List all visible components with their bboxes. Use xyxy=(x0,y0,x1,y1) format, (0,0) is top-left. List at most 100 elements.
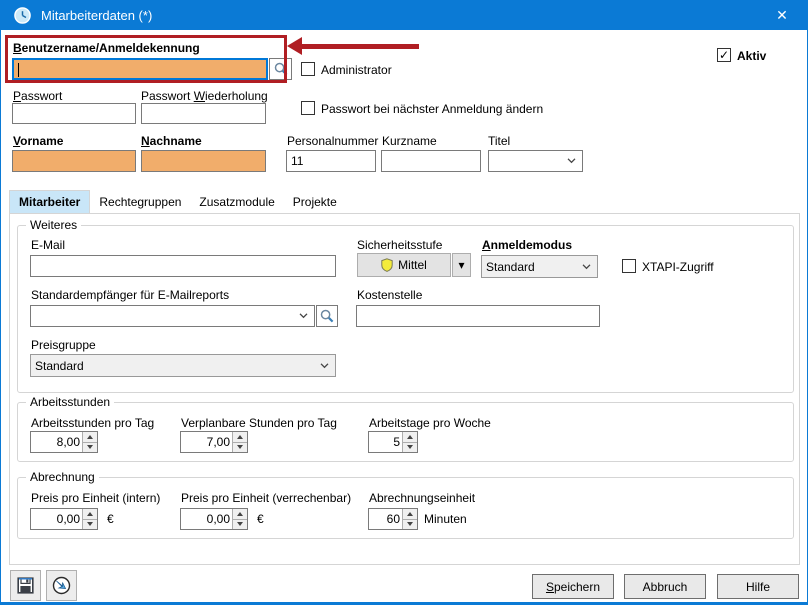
nachname-input[interactable] xyxy=(141,150,266,172)
spinner-up-icon[interactable] xyxy=(403,432,417,442)
sicherheitsstufe-dropdown-button[interactable]: ▾ xyxy=(452,253,471,277)
sicherheitsstufe-splitbutton: Mittel ▾ xyxy=(357,253,471,277)
password-change-label: Passwort bei nächster Anmeldung ändern xyxy=(321,102,543,116)
verplanbare-stunden-label: Verplanbare Stunden pro Tag xyxy=(181,416,337,430)
arbeitstage-spinner xyxy=(368,431,418,453)
shield-icon xyxy=(381,258,393,272)
chevron-down-icon xyxy=(567,156,576,165)
text-caret xyxy=(18,63,19,77)
password-repeat-label: Passwort Wiederholung xyxy=(141,89,268,103)
title-bar: Mitarbeiterdaten (*) xyxy=(1,0,807,30)
spinner-down-icon[interactable] xyxy=(233,519,247,530)
arbeitstage-label: Arbeitstage pro Woche xyxy=(369,416,491,430)
help-button[interactable]: Hilfe xyxy=(717,574,799,599)
username-label: Benutzername/Anmeldekennung xyxy=(13,41,200,55)
tab-zusatzmodule[interactable]: Zusatzmodule xyxy=(190,191,283,214)
anmeldemodus-value: Standard xyxy=(486,260,535,274)
password-label: Passwort xyxy=(13,89,62,103)
preis-verrechenbar-input[interactable] xyxy=(181,509,232,529)
save-button[interactable]: Speichern xyxy=(532,574,614,599)
cancel-button[interactable]: Abbruch xyxy=(624,574,706,599)
preis-intern-spinner xyxy=(30,508,98,530)
spinner-up-icon[interactable] xyxy=(83,509,97,519)
weiteres-group-label: Weiteres xyxy=(26,218,81,232)
username-search-button[interactable] xyxy=(269,58,292,80)
arbeitstage-input[interactable] xyxy=(369,432,402,452)
verplanbare-stunden-input[interactable] xyxy=(181,432,232,452)
search-icon xyxy=(274,62,288,76)
preis-verrechenbar-label: Preis pro Einheit (verrechenbar) xyxy=(181,491,351,505)
password-repeat-input[interactable] xyxy=(141,103,266,124)
tab-rechtegruppen[interactable]: Rechtegruppen xyxy=(90,191,190,214)
password-input[interactable] xyxy=(12,103,136,124)
chevron-down-icon xyxy=(320,360,329,369)
sicherheitsstufe-value: Mittel xyxy=(398,258,427,272)
spinner-up-icon[interactable] xyxy=(83,432,97,442)
annotation-arrow-head xyxy=(287,37,302,55)
abrechnungseinheit-label: Abrechnungseinheit xyxy=(369,491,475,505)
spinner-down-icon[interactable] xyxy=(403,519,417,530)
tab-mitarbeiter[interactable]: Mitarbeiter xyxy=(9,190,90,214)
nachname-label: Nachname xyxy=(141,134,202,148)
save-tool-button[interactable] xyxy=(10,570,41,601)
spinner-down-icon[interactable] xyxy=(403,442,417,453)
personalnummer-label: Personalnummer xyxy=(287,134,378,148)
administrator-checkbox[interactable] xyxy=(301,62,315,76)
arbeitsstunden-pro-tag-input[interactable] xyxy=(31,432,82,452)
abrechnungseinheit-input[interactable] xyxy=(369,509,402,529)
abrechnungseinheit-unit: Minuten xyxy=(424,512,467,526)
login-tool-button[interactable] xyxy=(46,570,77,601)
vorname-label: Vorname xyxy=(13,134,63,148)
annotation-arrow xyxy=(301,44,419,49)
spinner-down-icon[interactable] xyxy=(83,519,97,530)
mitarbeiterdaten-dialog: Mitarbeiterdaten (*) ✕ Benutzername/Anme… xyxy=(0,0,808,605)
clock-icon xyxy=(14,7,31,24)
kurzname-input[interactable] xyxy=(381,150,481,172)
preis-verrechenbar-spinner xyxy=(180,508,248,530)
abrechnung-group-label: Abrechnung xyxy=(26,470,99,484)
anmeldemodus-label: Anmeldemodus xyxy=(482,238,572,252)
close-icon[interactable]: ✕ xyxy=(757,0,807,30)
kostenstelle-label: Kostenstelle xyxy=(357,288,422,302)
preis-intern-input[interactable] xyxy=(31,509,82,529)
anmeldemodus-dropdown[interactable]: Standard xyxy=(481,255,598,278)
administrator-label: Administrator xyxy=(321,63,392,77)
vorname-input[interactable] xyxy=(12,150,136,172)
arbeitsstunden-pro-tag-label: Arbeitsstunden pro Tag xyxy=(31,416,154,430)
email-input[interactable] xyxy=(30,255,336,277)
spinner-down-icon[interactable] xyxy=(83,442,97,453)
username-input[interactable] xyxy=(12,58,268,80)
password-change-checkbox[interactable] xyxy=(301,101,315,115)
spinner-up-icon[interactable] xyxy=(233,509,247,519)
kostenstelle-input[interactable] xyxy=(356,305,600,327)
empfaenger-dropdown[interactable] xyxy=(30,305,315,327)
titel-dropdown[interactable] xyxy=(488,150,583,172)
abrechnungseinheit-spinner xyxy=(368,508,418,530)
xtapi-label: XTAPI-Zugriff xyxy=(642,260,714,274)
email-label: E-Mail xyxy=(31,238,65,252)
kurzname-label: Kurzname xyxy=(382,134,437,148)
titel-label: Titel xyxy=(488,134,510,148)
window-title: Mitarbeiterdaten (*) xyxy=(41,8,152,23)
arbeitsstunden-pro-tag-spinner xyxy=(30,431,98,453)
spinner-up-icon[interactable] xyxy=(403,509,417,519)
tab-projekte[interactable]: Projekte xyxy=(284,191,346,214)
spinner-up-icon[interactable] xyxy=(233,432,247,442)
empfaenger-label: Standardempfänger für E-Mailreports xyxy=(31,288,229,302)
spinner-down-icon[interactable] xyxy=(233,442,247,453)
circle-arrow-icon xyxy=(52,576,71,595)
personalnummer-input[interactable] xyxy=(286,150,376,172)
preisgruppe-dropdown[interactable]: Standard xyxy=(30,354,336,377)
xtapi-checkbox[interactable] xyxy=(622,259,636,273)
chevron-down-icon xyxy=(299,311,308,320)
preis-intern-currency: € xyxy=(107,512,114,526)
tab-strip: Mitarbeiter Rechtegruppen Zusatzmodule P… xyxy=(9,190,346,214)
empfaenger-search-button[interactable] xyxy=(316,305,338,327)
sicherheitsstufe-label: Sicherheitsstufe xyxy=(357,238,442,252)
verplanbare-stunden-spinner xyxy=(180,431,248,453)
search-icon xyxy=(320,309,334,323)
aktiv-checkbox[interactable]: ✓ xyxy=(717,48,731,62)
sicherheitsstufe-button[interactable]: Mittel xyxy=(357,253,451,277)
preis-intern-label: Preis pro Einheit (intern) xyxy=(31,491,160,505)
preisgruppe-value: Standard xyxy=(35,359,84,373)
